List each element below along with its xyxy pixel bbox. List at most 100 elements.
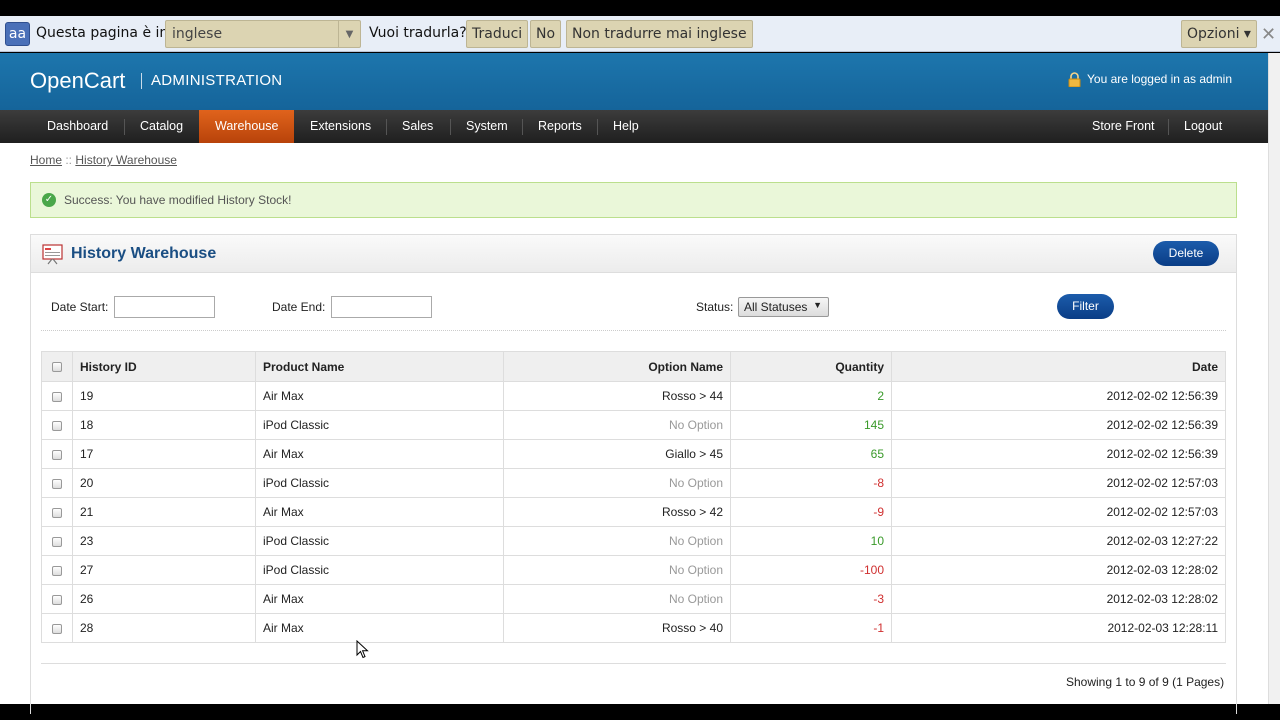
date-cell: 2012-02-03 12:28:11 xyxy=(891,613,1226,643)
content-area: Home :: History Warehouse ✓ Success: You… xyxy=(0,143,1268,714)
menu-catalog[interactable]: Catalog xyxy=(140,110,183,143)
option-name-cell: No Option xyxy=(503,584,731,614)
row-checkbox[interactable] xyxy=(52,623,62,634)
logo-subtitle: ADMINISTRATION xyxy=(151,72,283,89)
translate-question: Vuoi tradurla? xyxy=(369,25,467,41)
menu-store-front[interactable]: Store Front xyxy=(1092,110,1155,143)
option-name-cell: No Option xyxy=(503,468,731,498)
table-row[interactable]: 21 Air Max Rosso > 42 -9 2012-02-02 12:57:03 xyxy=(41,497,1226,527)
row-checkbox[interactable] xyxy=(52,507,62,518)
date-cell: 2012-02-02 12:56:39 xyxy=(891,381,1226,411)
filter-button[interactable]: Filter xyxy=(1057,294,1114,319)
row-checkbox[interactable] xyxy=(52,391,62,402)
option-name-cell: No Option xyxy=(503,410,731,440)
col-history-id[interactable]: History ID xyxy=(72,351,256,382)
menu-separator xyxy=(124,119,125,135)
table-row[interactable]: 17 Air Max Giallo > 45 65 2012-02-02 12:56:3… xyxy=(41,439,1226,469)
quantity-cell: 65 xyxy=(730,439,892,469)
status-value: All Statuses xyxy=(744,300,808,314)
row-select-cell xyxy=(41,555,73,585)
row-checkbox[interactable] xyxy=(52,536,62,547)
menu-system[interactable]: System xyxy=(466,110,508,143)
option-name-cell: No Option xyxy=(503,555,731,585)
quantity-cell: -9 xyxy=(730,497,892,527)
history-box: History Warehouse Delete Date Start: Dat… xyxy=(30,234,1237,714)
scrollbar[interactable] xyxy=(1268,53,1280,704)
close-icon[interactable]: ✕ xyxy=(1261,24,1276,45)
box-title: History Warehouse xyxy=(71,245,217,262)
row-checkbox[interactable] xyxy=(52,449,62,460)
row-select-cell xyxy=(41,584,73,614)
success-message: Success: You have modified History Stock… xyxy=(64,193,292,207)
table-row[interactable]: 23 iPod Classic No Option 10 2012-02-03 12:2… xyxy=(41,526,1226,556)
product-name-cell: iPod Classic xyxy=(255,526,504,556)
box-heading: History Warehouse Delete xyxy=(31,235,1236,273)
filter-divider xyxy=(41,330,1226,331)
history-id-cell: 19 xyxy=(72,381,256,411)
logo-divider xyxy=(141,73,142,89)
select-all-checkbox[interactable] xyxy=(52,362,62,373)
breadcrumb-current[interactable]: History Warehouse xyxy=(75,153,177,167)
date-end-label: Date End: xyxy=(272,300,326,314)
translate-icon[interactable]: aa xyxy=(5,22,30,46)
row-select-cell xyxy=(41,439,73,469)
date-cell: 2012-02-02 12:56:39 xyxy=(891,439,1226,469)
col-date[interactable]: Date xyxy=(891,351,1226,382)
table-header-row: History ID Product Name Option Name Quan… xyxy=(41,351,1226,382)
row-select-cell xyxy=(41,526,73,556)
history-id-cell: 23 xyxy=(72,526,256,556)
menu-sales[interactable]: Sales xyxy=(402,110,433,143)
date-end-input[interactable] xyxy=(331,296,432,318)
menu-extensions[interactable]: Extensions xyxy=(310,110,371,143)
date-cell: 2012-02-02 12:57:03 xyxy=(891,468,1226,498)
date-cell: 2012-02-02 12:57:03 xyxy=(891,497,1226,527)
logged-in-text: You are logged in as admin xyxy=(1087,72,1232,86)
delete-button[interactable]: Delete xyxy=(1153,241,1219,266)
quantity-cell: 145 xyxy=(730,410,892,440)
menu-help[interactable]: Help xyxy=(613,110,639,143)
chevron-down-icon: ▼ xyxy=(813,300,822,310)
menu-logout[interactable]: Logout xyxy=(1184,110,1222,143)
quantity-cell: -8 xyxy=(730,468,892,498)
chevron-down-icon: ▼ xyxy=(338,21,360,47)
logo[interactable]: OpenCart xyxy=(30,68,125,94)
product-name-cell: Air Max xyxy=(255,439,504,469)
col-product-name[interactable]: Product Name xyxy=(255,351,504,382)
table-row[interactable]: 18 iPod Classic No Option 145 2012-02-02 12:… xyxy=(41,410,1226,440)
date-start-input[interactable] xyxy=(114,296,215,318)
translate-button[interactable]: Traduci xyxy=(466,20,529,48)
options-button[interactable]: Opzioni ▾ xyxy=(1181,20,1257,48)
status-label: Status: xyxy=(696,300,734,314)
language-select[interactable]: inglese ▼ xyxy=(165,20,361,48)
history-id-cell: 18 xyxy=(72,410,256,440)
no-button[interactable]: No xyxy=(530,20,562,48)
table-row[interactable]: 27 iPod Classic No Option -100 2012-02-03 12… xyxy=(41,555,1226,585)
option-name-cell: No Option xyxy=(503,526,731,556)
lock-icon xyxy=(1068,72,1081,87)
status-select[interactable]: All Statuses ▼ xyxy=(738,297,829,317)
menu-warehouse[interactable]: Warehouse xyxy=(199,110,295,143)
main-menu: Dashboard Catalog Warehouse Extensions S… xyxy=(0,110,1268,143)
menu-reports[interactable]: Reports xyxy=(538,110,582,143)
table-row[interactable]: 19 Air Max Rosso > 44 2 2012-02-02 12:56:39 xyxy=(41,381,1226,411)
col-option-name[interactable]: Option Name xyxy=(503,351,731,382)
col-quantity[interactable]: Quantity xyxy=(730,351,892,382)
table-row[interactable]: 20 iPod Classic No Option -8 2012-02-02 12:5… xyxy=(41,468,1226,498)
row-checkbox[interactable] xyxy=(52,594,62,605)
breadcrumb-home[interactable]: Home xyxy=(30,153,62,167)
date-cell: 2012-02-03 12:27:22 xyxy=(891,526,1226,556)
never-translate-button[interactable]: Non tradurre mai inglese xyxy=(566,20,753,48)
translate-bar: aa Questa pagina è in inglese ▼ Vuoi tra… xyxy=(0,16,1280,52)
quantity-cell: -1 xyxy=(730,613,892,643)
row-select-cell xyxy=(41,613,73,643)
product-name-cell: Air Max xyxy=(255,584,504,614)
row-select-cell xyxy=(41,468,73,498)
row-checkbox[interactable] xyxy=(52,565,62,576)
row-checkbox[interactable] xyxy=(52,420,62,431)
row-checkbox[interactable] xyxy=(52,478,62,489)
table-row[interactable]: 28 Air Max Rosso > 40 -1 2012-02-03 12:28:11 xyxy=(41,613,1226,643)
table-row[interactable]: 26 Air Max No Option -3 2012-02-03 12:28:02 xyxy=(41,584,1226,614)
breadcrumb: Home :: History Warehouse xyxy=(30,153,177,167)
menu-dashboard[interactable]: Dashboard xyxy=(47,110,108,143)
option-name-cell: Rosso > 40 xyxy=(503,613,731,643)
